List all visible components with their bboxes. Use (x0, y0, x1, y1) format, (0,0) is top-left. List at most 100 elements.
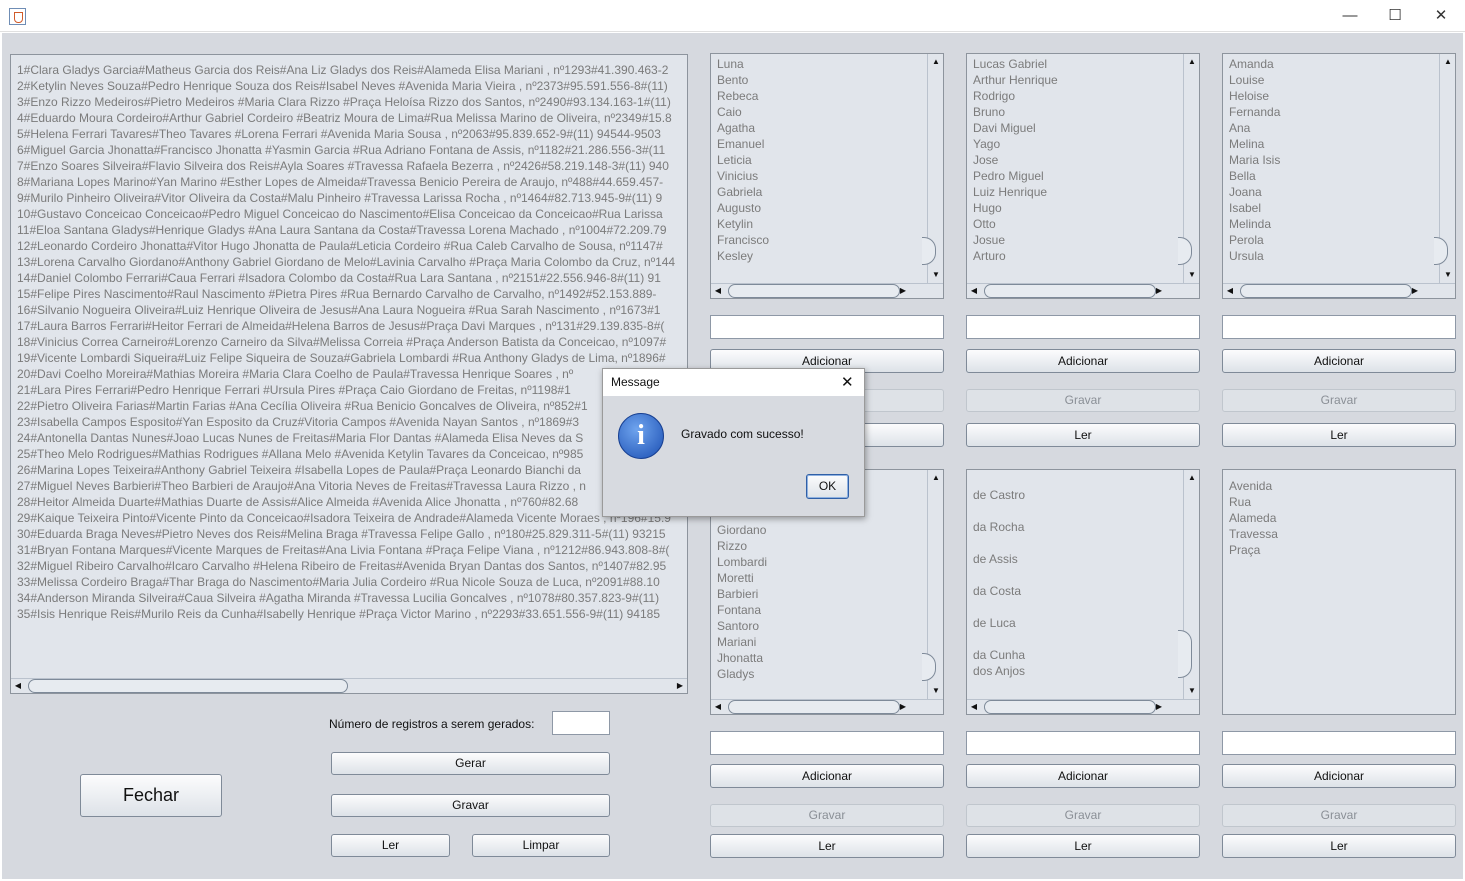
name-input-4[interactable] (710, 731, 944, 755)
list-item[interactable]: da Cunha (973, 647, 1025, 663)
list-item[interactable]: Kesley (717, 248, 769, 264)
horizontal-scrollbar[interactable]: ◀ ▶ (967, 699, 1199, 714)
scroll-down-arrow-icon[interactable]: ▼ (1185, 269, 1199, 281)
gravar-button-2[interactable]: Gravar (966, 389, 1200, 412)
list-item[interactable]: Rua (1229, 494, 1278, 510)
scroll-down-arrow-icon[interactable]: ▼ (1441, 269, 1455, 281)
list-item[interactable]: dos Anjos (973, 663, 1025, 679)
list-item[interactable]: Joana (1229, 184, 1280, 200)
ler-button-5[interactable]: Ler (966, 834, 1200, 858)
scroll-right-arrow-icon[interactable]: ▶ (896, 285, 910, 297)
ler-records-button[interactable]: Ler (331, 834, 450, 857)
scroll-right-arrow-icon[interactable]: ▶ (1152, 285, 1166, 297)
vertical-scrollbar[interactable]: ▲ ▼ (922, 470, 943, 699)
list-item[interactable]: Yago (973, 136, 1058, 152)
records-text-area[interactable]: 1#Clara Gladys Garcia#Matheus Garcia dos… (10, 54, 688, 694)
scroll-up-arrow-icon[interactable]: ▲ (1441, 56, 1455, 68)
scroll-thumb[interactable] (728, 700, 900, 714)
list-item[interactable]: de Luca (973, 615, 1025, 631)
name-input-2[interactable] (966, 315, 1200, 339)
list-item[interactable]: da Costa (973, 583, 1025, 599)
adicionar-button-6[interactable]: Adicionar (1222, 764, 1456, 788)
list-item[interactable]: Amanda (1229, 56, 1280, 72)
list-item[interactable]: Ketylin (717, 216, 769, 232)
scroll-up-arrow-icon[interactable]: ▲ (929, 472, 943, 484)
adicionar-button-4[interactable]: Adicionar (710, 764, 944, 788)
list-panel-6[interactable]: Avenida Rua Alameda Travessa Praça (1222, 469, 1456, 715)
list-item[interactable]: Bruno (973, 104, 1058, 120)
list-item[interactable]: Vinicius (717, 168, 769, 184)
list-item[interactable]: Gladys (717, 666, 767, 682)
list-item[interactable] (973, 631, 1025, 647)
scroll-down-arrow-icon[interactable]: ▼ (929, 269, 943, 281)
list-item[interactable]: Fernanda (1229, 104, 1280, 120)
scroll-left-arrow-icon[interactable]: ◀ (967, 285, 981, 297)
list-item[interactable]: Moretti (717, 570, 767, 586)
scroll-thumb[interactable] (1178, 237, 1192, 265)
list-item[interactable]: Maria Isis (1229, 152, 1280, 168)
dialog-close-icon[interactable]: ✕ (841, 373, 854, 391)
list-item[interactable]: Agatha (717, 120, 769, 136)
list-item[interactable]: Giordano (717, 522, 767, 538)
list-item[interactable]: Bella (1229, 168, 1280, 184)
scroll-thumb[interactable] (984, 700, 1156, 714)
gravar-button-6[interactable]: Gravar (1222, 804, 1456, 827)
list-item[interactable]: Luiz Henrique (973, 184, 1058, 200)
list-item[interactable]: Otto (973, 216, 1058, 232)
list-item[interactable] (973, 599, 1025, 615)
vertical-scrollbar[interactable]: ▲ ▼ (922, 54, 943, 283)
list-item[interactable] (973, 567, 1025, 583)
list-panel-2[interactable]: Lucas Gabriel Arthur Henrique Rodrigo Bruno… (966, 53, 1200, 299)
list-item[interactable]: Josue (973, 232, 1058, 248)
list-item[interactable] (973, 503, 1025, 519)
scroll-right-arrow-icon[interactable]: ▶ (1408, 285, 1422, 297)
list-item[interactable]: Lombardi (717, 554, 767, 570)
list-item[interactable]: Rebeca (717, 88, 769, 104)
scroll-right-arrow-icon[interactable]: ▶ (1152, 701, 1166, 713)
gerar-button[interactable]: Gerar (331, 752, 610, 775)
scroll-thumb[interactable] (28, 679, 348, 693)
list-item[interactable]: Rodrigo (973, 88, 1058, 104)
list-item[interactable]: Travessa (1229, 526, 1278, 542)
list-item[interactable]: Barbieri (717, 586, 767, 602)
scroll-down-arrow-icon[interactable]: ▼ (1185, 685, 1199, 697)
gravar-records-button[interactable]: Gravar (331, 794, 610, 817)
scroll-thumb[interactable] (1434, 237, 1448, 265)
list-item[interactable]: Davi Miguel (973, 120, 1058, 136)
list-item[interactable]: Arthur Henrique (973, 72, 1058, 88)
list-panel-3[interactable]: Amanda Louise Heloise Fernanda Ana Melina Mari… (1222, 53, 1456, 299)
list-item[interactable]: Jose (973, 152, 1058, 168)
list-item[interactable] (973, 535, 1025, 551)
list-item[interactable]: Hugo (973, 200, 1058, 216)
list-item[interactable]: Francisco (717, 232, 769, 248)
ler-button-4[interactable]: Ler (710, 834, 944, 858)
ler-button-2[interactable]: Ler (966, 423, 1200, 447)
list-item[interactable]: Avenida (1229, 478, 1278, 494)
vertical-scrollbar[interactable]: ▲ ▼ (1178, 470, 1199, 699)
list-item[interactable]: Luna (717, 56, 769, 72)
list-item[interactable]: Ana (1229, 120, 1280, 136)
list-item[interactable]: Perola (1229, 232, 1280, 248)
scroll-up-arrow-icon[interactable]: ▲ (1185, 56, 1199, 68)
list-item[interactable]: da Rocha (973, 519, 1025, 535)
ler-button-3[interactable]: Ler (1222, 423, 1456, 447)
fechar-button[interactable]: Fechar (80, 774, 222, 817)
scroll-up-arrow-icon[interactable]: ▲ (1185, 472, 1199, 484)
list-item[interactable]: Fontana (717, 602, 767, 618)
list-item[interactable]: Rizzo (717, 538, 767, 554)
vertical-scrollbar[interactable]: ▲ ▼ (1434, 54, 1455, 283)
name-input-5[interactable] (966, 731, 1200, 755)
close-window-button[interactable]: ✕ (1418, 0, 1464, 32)
record-count-input[interactable] (552, 711, 610, 735)
scroll-right-arrow-icon[interactable]: ▶ (673, 680, 687, 692)
list-item[interactable]: Isabel (1229, 200, 1280, 216)
name-input-6[interactable] (1222, 731, 1456, 755)
records-horizontal-scrollbar[interactable]: ◀ ▶ (11, 678, 687, 693)
list-panel-5[interactable]: de Castro da Rocha de Assis da Costa de Luca… (966, 469, 1200, 715)
list-item[interactable]: Ursula (1229, 248, 1280, 264)
list-item[interactable]: Mariani (717, 634, 767, 650)
list-item[interactable]: Lucas Gabriel (973, 56, 1058, 72)
list-item[interactable]: Leticia (717, 152, 769, 168)
ler-button-6[interactable]: Ler (1222, 834, 1456, 858)
scroll-thumb[interactable] (1178, 630, 1192, 678)
